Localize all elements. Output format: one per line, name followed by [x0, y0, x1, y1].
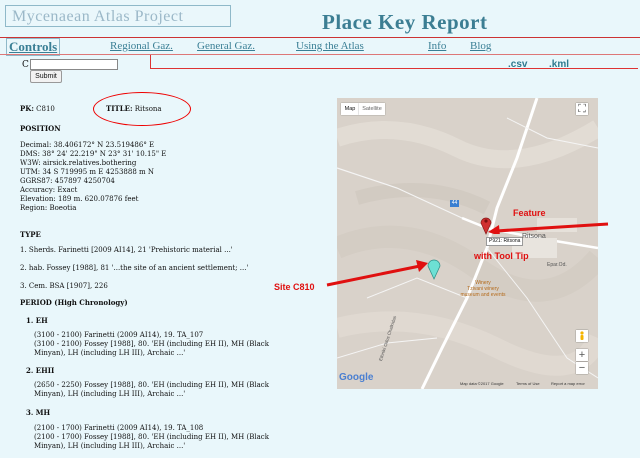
- period-line: (2650 - 2250) Fossey [1988], 80. 'EH (in…: [34, 381, 269, 389]
- pk-value: C810: [36, 105, 55, 113]
- type-line: 3. Cem. BSA [1907], 226: [20, 282, 108, 290]
- period-heading: PERIOD (High Chronology): [20, 298, 128, 307]
- nav-info[interactable]: Info: [428, 40, 446, 52]
- map-type-map-button[interactable]: Map: [341, 103, 359, 115]
- period-line: Minyan), LH (including LH III), Archaic …: [34, 349, 186, 357]
- nav-using-atlas[interactable]: Using the Atlas: [296, 40, 364, 52]
- position-line: GGRS87: 457897 4250704: [20, 177, 115, 185]
- position-line: Decimal: 38.406172° N 23.519486° E: [20, 141, 155, 149]
- place-label: Ritsona: [522, 233, 546, 240]
- period-line: Minyan), LH (including LH III), Archaic …: [34, 442, 186, 450]
- map-attribution: Map data ©2017 Google: [460, 381, 504, 386]
- report-error-link[interactable]: Report a map error: [551, 381, 585, 386]
- title-highlight-ellipse: [93, 92, 191, 126]
- period-label: 1. EH: [26, 316, 48, 325]
- marker-tooltip: P921: Ritsona: [486, 237, 524, 246]
- nav-regional-gazetteer[interactable]: Regional Gaz.: [110, 40, 173, 52]
- csv-export-link[interactable]: .csv: [508, 59, 527, 70]
- position-line: UTM: 34 S 719995 m E 4253888 m N: [20, 168, 155, 176]
- pk-label: PK:: [20, 104, 34, 113]
- fullscreen-icon[interactable]: ⛶: [576, 103, 588, 115]
- period-line: (2100 - 1700) Fossey [1988], 80. 'EH (in…: [34, 433, 269, 441]
- place-label-secondary: Epar.Od.: [547, 262, 567, 268]
- google-logo: Google: [339, 372, 374, 383]
- map-panel[interactable]: [337, 98, 598, 389]
- nav-divider-top: [0, 37, 640, 38]
- period-label: 2. EHII: [26, 366, 55, 375]
- map-terrain: [337, 98, 598, 389]
- period-line: (3100 - 2100) Fossey [1988], 80. 'EH (in…: [34, 340, 269, 348]
- zoom-in-button[interactable]: +: [576, 349, 588, 361]
- search-label: C: [22, 60, 29, 70]
- zoom-out-button[interactable]: −: [576, 362, 588, 374]
- tooltip-annotation: with Tool Tip: [474, 251, 529, 261]
- period-line: Minyan), LH (including LH III), Archaic …: [34, 390, 186, 398]
- project-title[interactable]: Mycenaean Atlas Project: [5, 5, 231, 27]
- type-line: 2. hab. Fossey [1988], 81 '...the site o…: [20, 264, 249, 272]
- position-line: Elevation: 189 m. 620.07876 feet: [20, 195, 139, 203]
- terms-link[interactable]: Terms of Use: [516, 381, 540, 386]
- nav-blog[interactable]: Blog: [470, 40, 491, 52]
- kml-export-link[interactable]: .kml: [549, 59, 569, 70]
- nav-general-gazetteer[interactable]: General Gaz.: [197, 40, 255, 52]
- type-line: 1. Sherds. Farinetti [2009 AI14], 21 'Pr…: [20, 246, 233, 254]
- period-label: 3. MH: [26, 408, 51, 417]
- map-type-satellite-button[interactable]: Satellite: [359, 103, 385, 115]
- position-line: DMS: 38° 24' 22.219" N 23° 31' 10.15" E: [20, 150, 167, 158]
- search-input[interactable]: [30, 59, 118, 70]
- position-heading: POSITION: [20, 124, 61, 133]
- site-annotation: Site C810: [274, 282, 315, 292]
- type-heading: TYPE: [20, 230, 41, 239]
- feature-annotation: Feature: [513, 208, 546, 218]
- position-line: W3W: airsick.relatives.bothering: [20, 159, 137, 167]
- period-line: (2100 - 1700) Farinetti (2009 AI14), 19.…: [34, 424, 204, 432]
- controls-bracket-vertical: [150, 55, 151, 69]
- site-arrow: [326, 260, 428, 287]
- nav-divider-bottom: [0, 54, 640, 55]
- position-block: Decimal: 38.406172° N 23.519486° E DMS: …: [20, 141, 166, 213]
- pegman-icon[interactable]: [576, 330, 588, 342]
- road-badge: 44: [450, 200, 459, 207]
- submit-button[interactable]: Submit: [30, 70, 62, 83]
- page-title: Place Key Report: [322, 10, 488, 34]
- feature-arrow: [488, 222, 609, 234]
- position-line: Region: Boeotia: [20, 204, 77, 212]
- position-line: Accuracy: Exact: [20, 186, 78, 194]
- pk-row: PK: C810: [20, 104, 55, 114]
- winery-label: Winery Tzivani winery museum and events: [460, 280, 506, 298]
- period-line: (3100 - 2100) Farinetti (2009 AI14), 19.…: [34, 331, 204, 339]
